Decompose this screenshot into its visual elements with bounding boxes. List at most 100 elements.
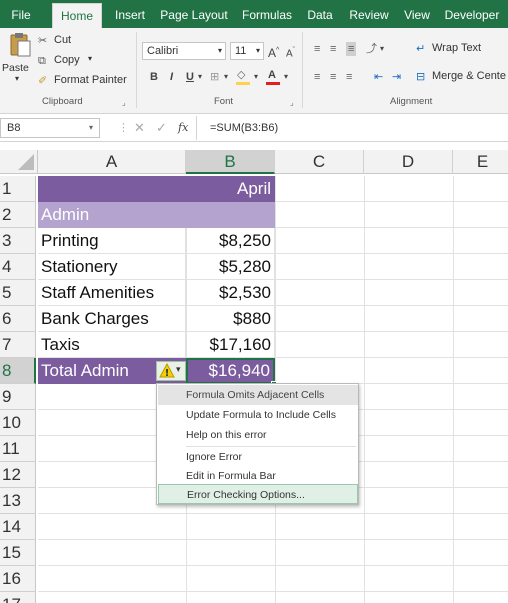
menu-item-error-checking-options[interactable]: Error Checking Options...: [158, 484, 358, 504]
cell-b1[interactable]: April: [186, 176, 275, 202]
formula-input[interactable]: =SUM(B3:B6): [210, 122, 278, 134]
underline-icon[interactable]: U: [186, 70, 194, 84]
font-name-select[interactable]: Calibri ▾: [142, 42, 226, 60]
font-color-icon[interactable]: A: [266, 68, 282, 86]
top-align-icon[interactable]: ≡: [314, 42, 320, 56]
tab-developer[interactable]: Developer: [440, 0, 504, 28]
copy-button[interactable]: ⧉ Copy ▾: [38, 54, 108, 70]
menu-item-update-formula[interactable]: Update Formula to Include Cells: [158, 405, 358, 425]
row-header-17[interactable]: 17: [0, 592, 36, 603]
group-separator: [302, 32, 303, 108]
font-group-label: Font: [214, 96, 234, 107]
chevron-down-icon: ▾: [198, 72, 203, 81]
row-header-7[interactable]: 7: [0, 332, 36, 358]
increase-indent-icon[interactable]: ⇥: [392, 70, 401, 84]
row-header-1[interactable]: 1: [0, 176, 36, 202]
cell-a3[interactable]: Printing: [38, 228, 186, 254]
middle-align-icon[interactable]: ≡: [330, 42, 336, 56]
cell-b3[interactable]: $8,250: [186, 228, 275, 254]
tab-view[interactable]: View: [398, 0, 436, 28]
row-header-3[interactable]: 3: [0, 228, 36, 254]
error-indicator-button[interactable]: ! ▾: [156, 361, 186, 381]
tab-file[interactable]: File: [4, 0, 38, 28]
cell-a2[interactable]: Admin: [38, 202, 186, 228]
column-header-d[interactable]: D: [364, 150, 453, 174]
name-box[interactable]: B8 ▾: [0, 118, 100, 138]
merge-center-button[interactable]: ⊟ Merge & Cente: [416, 70, 508, 86]
tab-data[interactable]: Data: [302, 0, 338, 28]
row-header-10[interactable]: 10: [0, 410, 36, 436]
cell-b4[interactable]: $5,280: [186, 254, 275, 280]
formula-bar: B8 ▾ ⋮ ✕ ✓ fx =SUM(B3:B6): [0, 114, 508, 142]
bottom-align-icon[interactable]: ≡: [346, 42, 357, 56]
menu-item-edit-formula-bar[interactable]: Edit in Formula Bar: [158, 466, 358, 486]
dialog-launcher-icon[interactable]: ⌟: [122, 96, 126, 110]
name-box-value: B8: [7, 122, 21, 134]
cell-b6[interactable]: $880: [186, 306, 275, 332]
cell-b2[interactable]: [186, 202, 275, 228]
align-right-icon[interactable]: ≡: [346, 70, 352, 84]
align-left-icon[interactable]: ≡: [314, 70, 320, 84]
fill-color-icon[interactable]: ◇: [236, 68, 252, 86]
row-header-15[interactable]: 15: [0, 540, 36, 566]
format-painter-button[interactable]: ✐ Format Painter: [38, 74, 134, 90]
column-header-e[interactable]: E: [453, 150, 508, 174]
cut-button[interactable]: ✂ Cut: [38, 34, 98, 50]
row-header-14[interactable]: 14: [0, 514, 36, 540]
row-header-13[interactable]: 13: [0, 488, 36, 514]
scissors-icon: ✂: [38, 35, 48, 47]
column-header-c[interactable]: C: [275, 150, 364, 174]
row-header-8[interactable]: 8: [0, 358, 36, 384]
enter-icon[interactable]: ✓: [156, 121, 167, 135]
merge-center-label: Merge & Cente: [432, 70, 506, 82]
chevron-down-icon: ▾: [15, 74, 20, 83]
cell-a1[interactable]: [38, 176, 186, 202]
select-all-corner[interactable]: [0, 150, 38, 174]
menu-item-ignore-error[interactable]: Ignore Error: [158, 447, 358, 467]
row-header-5[interactable]: 5: [0, 280, 36, 306]
bold-icon[interactable]: B: [150, 70, 158, 84]
chevron-down-icon: ▾: [255, 46, 260, 55]
column-header-b[interactable]: B: [186, 150, 275, 174]
borders-icon[interactable]: ⊞: [210, 70, 219, 84]
row-header-9[interactable]: 9: [0, 384, 36, 410]
cell-b7[interactable]: $17,160: [186, 332, 275, 358]
cell-a7[interactable]: Taxis: [38, 332, 186, 358]
paste-icon: [10, 33, 31, 57]
ribbon-home: Paste ▾ ✂ Cut ⧉ Copy ▾ ✐ Format Painter …: [0, 28, 508, 114]
row-header-2[interactable]: 2: [0, 202, 36, 228]
tab-review[interactable]: Review: [344, 0, 394, 28]
paste-button[interactable]: Paste ▾: [2, 32, 36, 90]
tab-home[interactable]: Home: [52, 3, 102, 28]
orientation-icon[interactable]: ⤴: [366, 42, 377, 56]
cancel-icon[interactable]: ✕: [134, 121, 145, 135]
menu-item-help-on-error[interactable]: Help on this error: [158, 425, 358, 445]
cell-a5[interactable]: Staff Amenities: [38, 280, 186, 306]
chevron-down-icon: ▾: [284, 72, 289, 81]
cell-a4[interactable]: Stationery: [38, 254, 186, 280]
cell-b8[interactable]: $16,940: [186, 358, 275, 384]
row-header-16[interactable]: 16: [0, 566, 36, 592]
wrap-text-button[interactable]: ↵ Wrap Text: [416, 42, 496, 58]
warning-icon: !: [159, 363, 175, 379]
column-header-a[interactable]: A: [38, 150, 186, 174]
tab-insert[interactable]: Insert: [108, 0, 152, 28]
tab-page-layout[interactable]: Page Layout: [158, 0, 230, 28]
row-header-11[interactable]: 11: [0, 436, 36, 462]
cell-b5[interactable]: $2,530: [186, 280, 275, 306]
row-header-12[interactable]: 12: [0, 462, 36, 488]
italic-icon[interactable]: I: [170, 70, 173, 84]
row-header-6[interactable]: 6: [0, 306, 36, 332]
decrease-indent-icon[interactable]: ⇤: [374, 70, 383, 84]
paintbrush-icon: ✐: [38, 75, 48, 87]
row-header-4[interactable]: 4: [0, 254, 36, 280]
cut-label: Cut: [54, 34, 72, 46]
dialog-launcher-icon[interactable]: ⌟: [290, 96, 294, 110]
increase-font-size-icon[interactable]: A^: [268, 44, 279, 60]
insert-function-icon[interactable]: fx: [178, 121, 188, 135]
align-center-icon[interactable]: ≡: [330, 70, 336, 84]
cell-a6[interactable]: Bank Charges: [38, 306, 186, 332]
font-size-select[interactable]: 11 ▾: [230, 42, 264, 60]
tab-formulas[interactable]: Formulas: [236, 0, 298, 28]
decrease-font-size-icon[interactable]: Aˇ: [286, 44, 295, 61]
